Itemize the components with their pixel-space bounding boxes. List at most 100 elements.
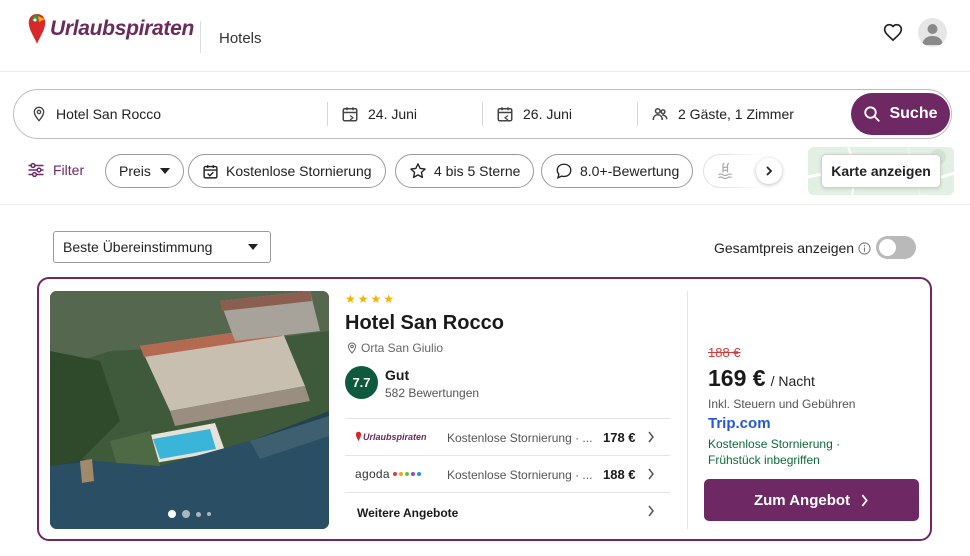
offer-row-agoda[interactable]: agoda Kostenlose Stornierung · ... 188 € [345,455,670,492]
chevron-right-icon [648,468,654,480]
provider-logo-agoda: agoda [355,467,421,481]
photo-pagination [50,510,329,518]
location-pin-icon [347,342,357,354]
chevron-right-icon [766,166,773,176]
nav-hotels[interactable]: Hotels [219,30,262,47]
deal-provider-suffix: .com [735,415,771,432]
offer-price: 188 € [603,467,636,482]
price-per-night: 169 € [708,365,766,391]
sliders-icon [28,162,44,178]
info-icon[interactable] [858,241,871,255]
chip-price[interactable]: Preis [105,154,184,188]
checkin-field[interactable]: 24. Juni [341,90,417,138]
more-offers-label: Weitere Angebote [357,506,459,520]
caret-down-icon [248,244,258,250]
star-icon: ★ [357,292,369,306]
guests-field[interactable]: 2 Gäste, 1 Zimmer [651,90,794,138]
chevron-right-icon [648,431,654,443]
old-price: 188 € [708,345,741,360]
total-price-label-group: Gesamtpreis anzeigen [714,240,871,256]
search-bar: Hotel San Rocco 24. Juni 26. Juni 2 Gäst… [13,89,952,139]
chip-free-cancellation-label: Kostenlose Stornierung [226,163,372,179]
rating-word: Gut [385,367,410,383]
heart-icon[interactable] [883,23,903,43]
pagination-dot[interactable] [182,510,190,518]
chip-price-label: Preis [119,163,151,179]
search-icon [864,106,881,122]
offer-price: 178 € [603,430,636,445]
provider-logo-urlaubspiraten: Urlaubspiraten [355,431,427,442]
offer-description: Kostenlose Stornierung · ... [447,431,593,445]
hotel-location: Orta San Giulio [346,341,443,355]
top-header: Urlaubspiraten Hotels [0,0,970,72]
parrot-logo-icon [28,14,46,44]
checkin-value: 24. Juni [368,106,418,122]
offer-description: Kostenlose Stornierung · ... [447,468,593,482]
sort-select[interactable]: Beste Übereinstimmung [53,231,271,263]
toggle-knob [879,239,896,256]
chip-rating-label: 8.0+-Bewertung [580,163,680,179]
offer-row-urlaubspiraten[interactable]: Urlaubspiraten Kostenlose Stornierung · … [345,418,670,455]
chevron-right-icon [648,505,654,517]
hotel-photo-image [50,291,329,529]
search-separator [482,102,483,126]
chip-stars-label: 4 bis 5 Sterne [434,163,521,179]
hotel-name[interactable]: Hotel San Rocco [345,312,504,335]
destination-field[interactable]: Hotel San Rocco [31,90,161,138]
brand-name: Urlaubspiraten [50,17,194,40]
star-icon [410,163,426,179]
view-deal-label: Zum Angebot [753,491,851,509]
avatar[interactable] [918,18,947,47]
pagination-dot[interactable] [196,511,201,517]
filter-button[interactable]: Filter [27,162,84,178]
pagination-dot[interactable] [168,510,176,518]
checkout-field[interactable]: 26. Juni [496,90,572,138]
checkout-value: 26. Juni [523,106,573,122]
total-price-toggle[interactable] [876,236,916,259]
caret-down-icon [159,168,170,174]
search-button[interactable]: Suche [851,93,950,135]
price-unit: / Nacht [770,373,815,389]
star-icon: ★ [345,292,356,306]
hotel-location-text: Orta San Giulio [361,341,444,355]
agoda-dots-icon [392,472,421,476]
rating-badge: 7.7 [345,366,378,399]
guests-value: 2 Gäste, 1 Zimmer [678,106,794,122]
view-deal-button[interactable]: Zum Angebot [704,479,919,521]
speech-bubble-icon [556,163,572,179]
user-icon [922,24,943,45]
chip-rating[interactable]: 8.0+-Bewertung [541,154,694,188]
calendar-check-icon [203,164,218,179]
more-offers-row[interactable]: Weitere Angebote [345,492,670,529]
deal-provider-logo: Trip.com [708,415,771,432]
brand-logo[interactable]: Urlaubspiraten [26,12,194,46]
sort-selected-value: Beste Übereinstimmung [63,239,213,255]
filter-divider [0,204,970,205]
calendar-icon [342,107,358,122]
search-separator [327,102,328,126]
guests-icon [652,108,668,121]
hotel-stars: ★ ★ ★ ★ [345,292,396,306]
destination-value: Hotel San Rocco [56,106,162,122]
show-map-button[interactable]: Karte anzeigen [821,154,941,188]
chevron-right-icon [861,494,868,506]
hotel-photo[interactable] [50,291,329,529]
chips-scroll-right-button[interactable] [756,158,782,184]
search-button-label: Suche [889,105,938,122]
total-price-label: Gesamtpreis anzeigen [714,240,855,256]
deal-benefits: Kostenlose Stornierung · Frühstück inbeg… [708,437,841,467]
hotel-card[interactable]: ★ ★ ★ ★ Hotel San Rocco Orta San Giulio 7.7… [37,277,932,541]
chip-stars[interactable]: 4 bis 5 Sterne [395,154,535,188]
review-count: 582 Bewertungen [385,386,480,400]
pagination-dot[interactable] [207,512,211,516]
provider-name: agoda [355,467,390,481]
deal-provider-name: Trip [708,415,736,432]
parrot-logo-icon [355,431,362,442]
card-divider [687,291,688,529]
chip-free-cancellation[interactable]: Kostenlose Stornierung [188,154,386,188]
header-divider [200,21,201,53]
provider-name: Urlaubspiraten [363,431,427,442]
filter-label: Filter [53,162,85,178]
price-row: 169 € / Nacht [708,365,815,392]
location-pin-icon [33,106,45,122]
